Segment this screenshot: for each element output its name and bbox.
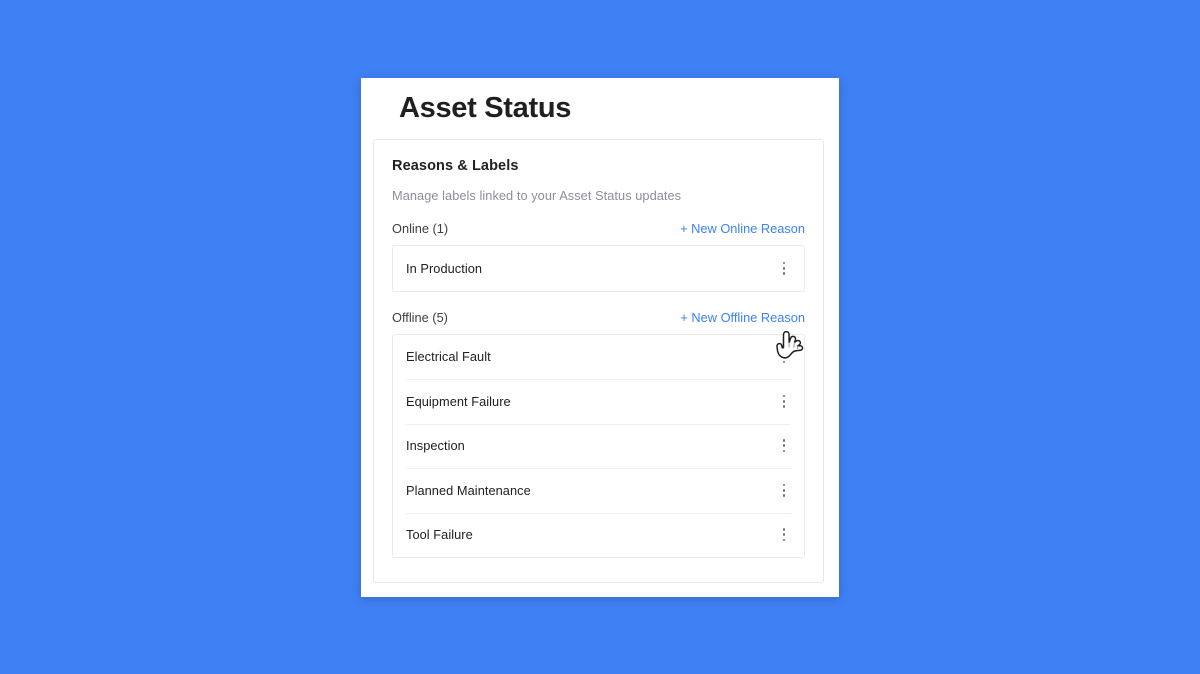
list-item[interactable]: Tool Failure <box>393 512 804 558</box>
list-item[interactable]: Planned Maintenance <box>393 468 804 513</box>
new-offline-reason-button[interactable]: + New Offline Reason <box>680 310 805 325</box>
section-label-offline: Offline (5) <box>392 309 448 325</box>
list-item[interactable]: Electrical Fault <box>393 335 804 380</box>
kebab-menu-icon[interactable] <box>776 392 792 410</box>
panel-subtitle: Manage labels linked to your Asset Statu… <box>392 188 682 203</box>
asset-status-card: Asset Status Reasons & Labels Manage lab… <box>361 78 839 597</box>
offline-reasons-list: Electrical Fault Equipment Failure Inspe… <box>392 333 805 558</box>
list-item[interactable]: Inspection <box>393 423 804 469</box>
list-item-label: Electrical Fault <box>406 349 491 365</box>
section-header-online: Online (1) + New Online Reason <box>392 221 805 236</box>
kebab-menu-icon[interactable] <box>776 481 792 499</box>
list-item-label: Tool Failure <box>406 527 473 543</box>
reasons-and-labels-panel: Reasons & Labels Manage labels linked to… <box>373 139 824 583</box>
page-title: Asset Status <box>399 92 572 124</box>
list-item[interactable]: Equipment Failure <box>393 379 804 424</box>
new-online-reason-button[interactable]: + New Online Reason <box>680 221 805 236</box>
list-item-label: Equipment Failure <box>406 393 511 409</box>
panel-title: Reasons & Labels <box>392 158 519 174</box>
list-item-label: Planned Maintenance <box>406 482 531 498</box>
section-label-online: Online (1) <box>392 221 449 236</box>
kebab-menu-icon[interactable] <box>776 526 792 544</box>
kebab-menu-icon[interactable] <box>776 259 792 277</box>
online-reasons-list: In Production <box>392 245 805 292</box>
section-header-offline: Offline (5) + New Offline Reason <box>392 310 805 325</box>
list-item-label: Inspection <box>406 438 465 454</box>
kebab-menu-icon[interactable] <box>776 437 792 455</box>
kebab-menu-icon[interactable] <box>776 348 792 366</box>
list-item[interactable]: In Production <box>393 246 804 291</box>
list-item-label: In Production <box>406 260 483 276</box>
